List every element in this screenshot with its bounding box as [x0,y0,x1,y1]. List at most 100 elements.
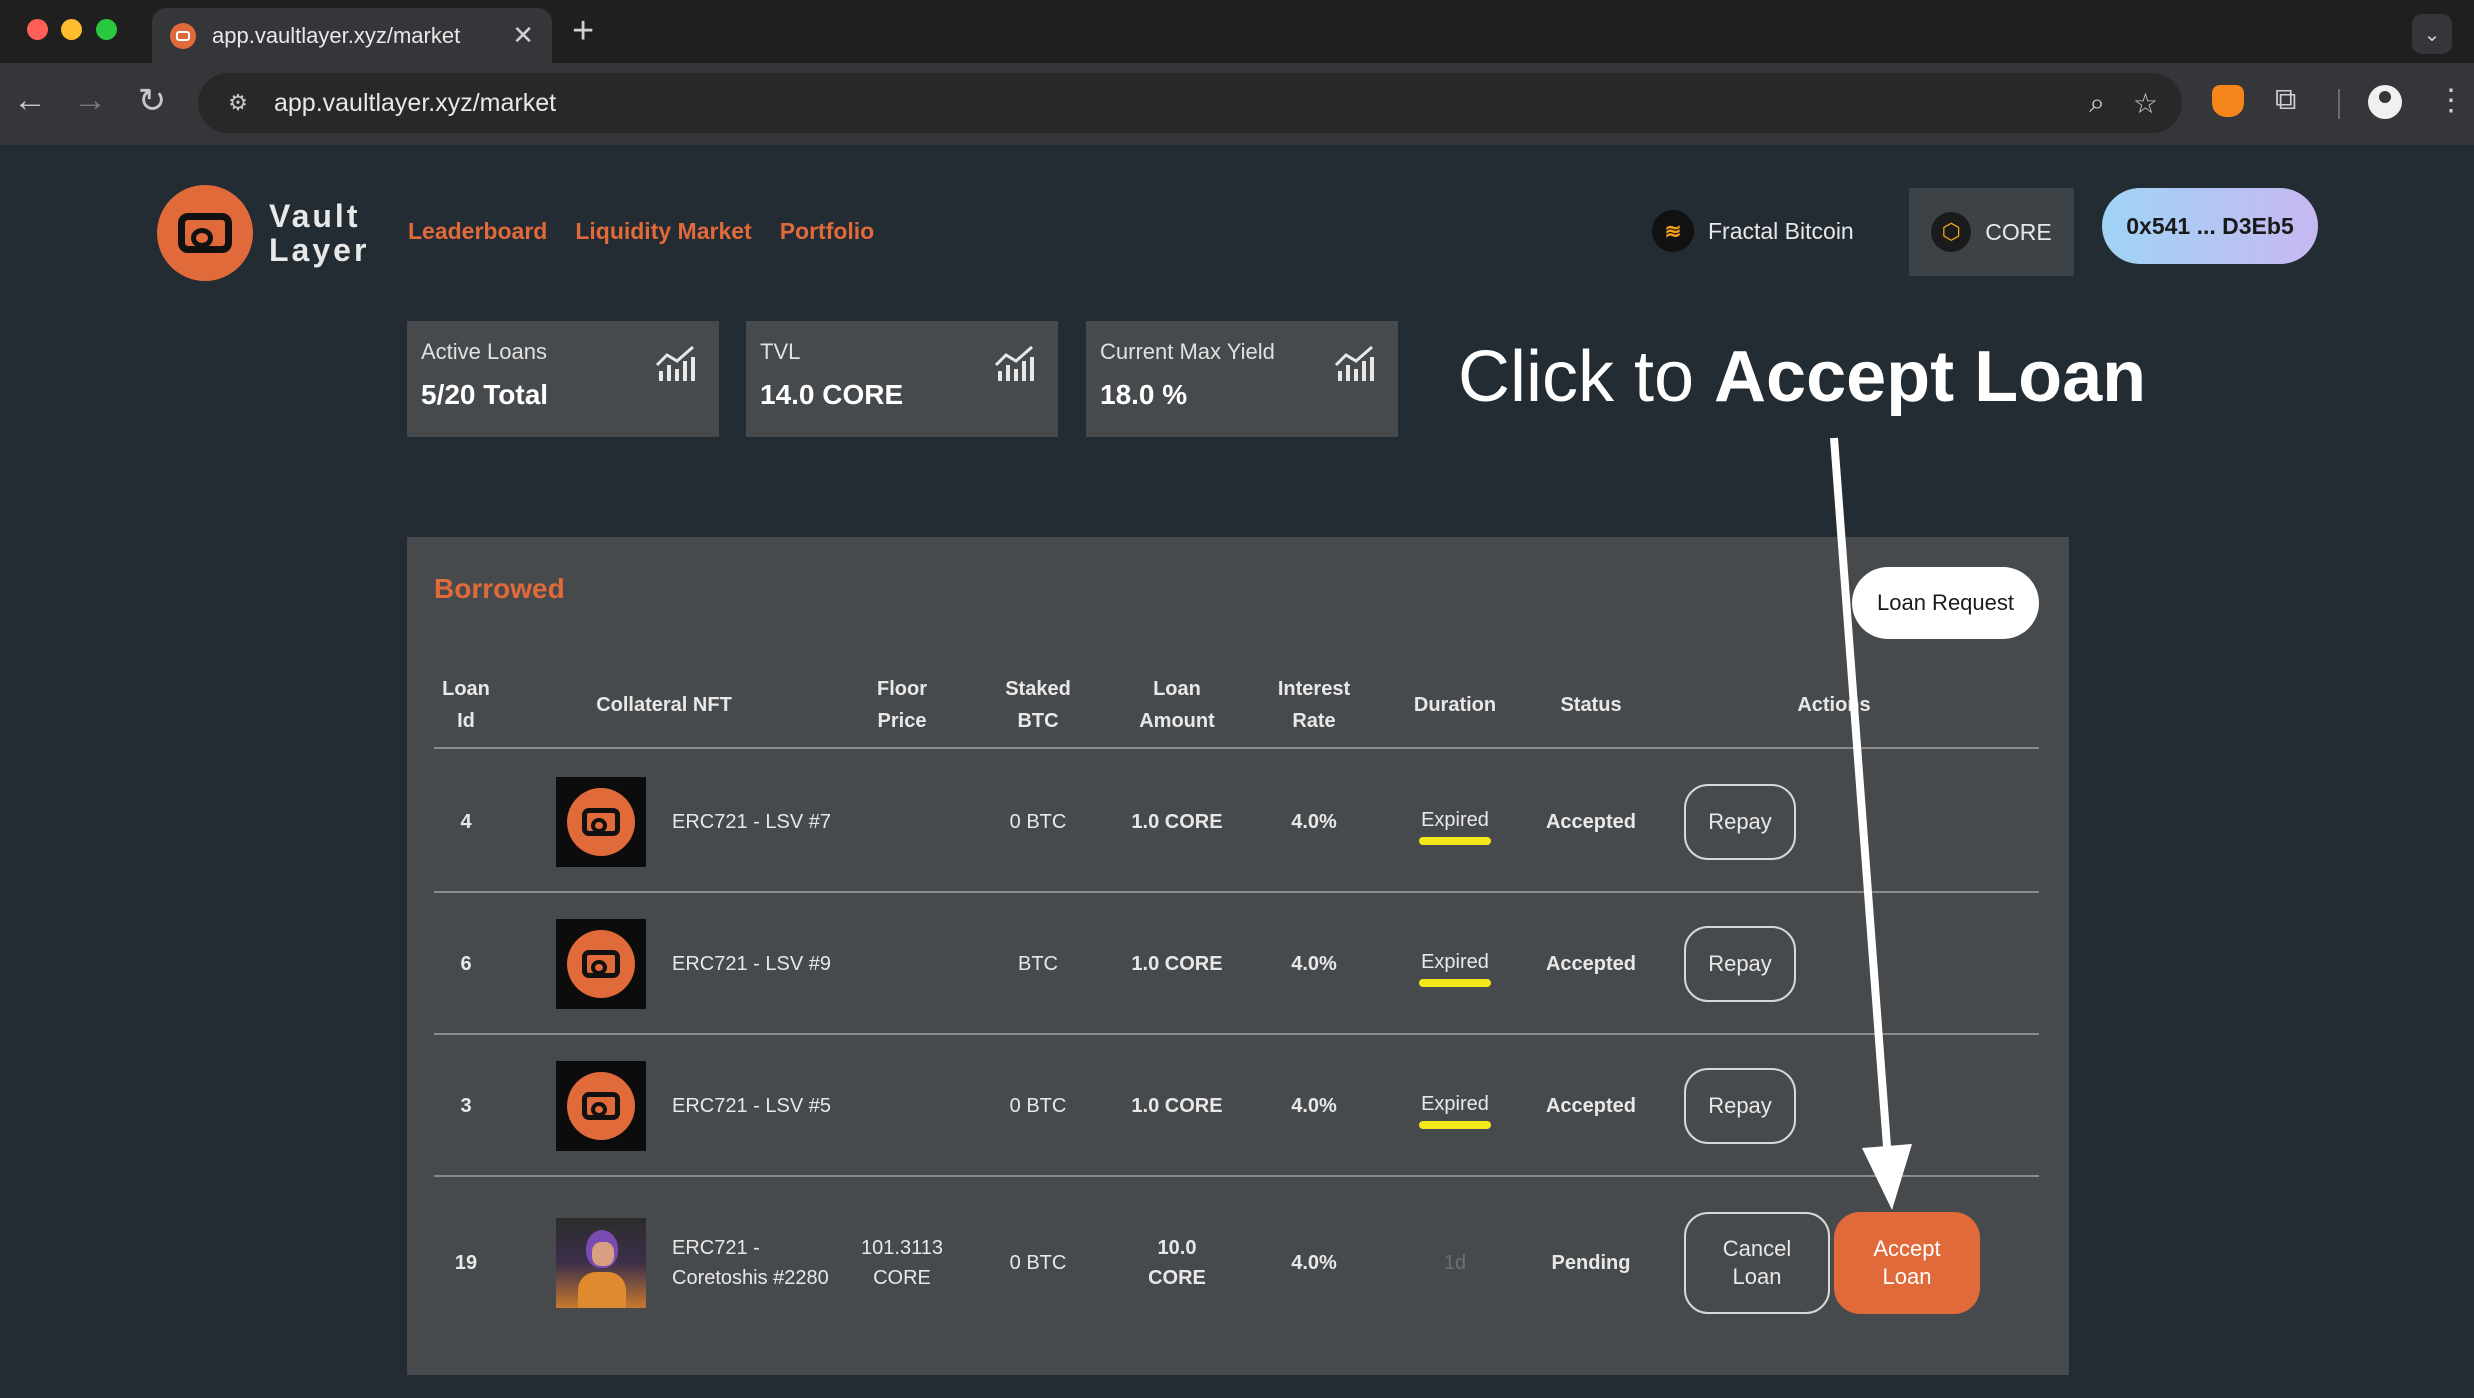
interest-rate: 4.0% [1291,1095,1337,1117]
interest-rate: 4.0% [1291,1252,1337,1274]
close-tab-icon[interactable]: ✕ [512,20,534,51]
minimize-window-button[interactable] [61,19,82,40]
annotation-arrow [1830,437,1912,1210]
core-hexagon-icon: ⬡ [1931,212,1972,252]
loan-amount: 10.0 CORE [1148,1237,1206,1289]
tutorial-annotation: Click to Accept Loan [1458,336,2146,418]
browser-tab[interactable]: app.vaultlayer.xyz/market ✕ [152,8,552,63]
interest-rate: 4.0% [1291,953,1337,975]
floor-price [854,1035,950,1177]
loan-id: 6 [460,953,472,975]
tab-search-chevron-icon[interactable]: ⌄ [2412,14,2452,54]
duration-expired: Expired [1419,1089,1491,1129]
browser-toolbar: ← → ↻ ⚙ app.vaultlayer.xyz/market ⌕ ☆ ⧉ … [0,63,2474,145]
nft-thumbnail[interactable] [556,893,646,1035]
column-header-collateral-nft: Collateral NFT [596,694,732,716]
floor-price [854,751,950,893]
column-header-staked-btc: Staked BTC [1005,678,1071,732]
nft-thumbnail[interactable] [556,1177,646,1349]
logo-text-line1: Vault [269,198,361,234]
address-bar[interactable]: ⚙ app.vaultlayer.xyz/market ⌕ ☆ [198,73,2182,133]
duration: 1d [1443,1252,1467,1274]
loan-amount: 1.0 CORE [1131,811,1223,833]
table-header: Loan Id Collateral NFT Floor Price Staked B… [434,661,2039,749]
extensions-puzzle-icon[interactable]: ⧉ [2275,83,2296,117]
loan-amount: 1.0 CORE [1131,953,1223,975]
loan-amount: 1.0 CORE [1131,1095,1223,1117]
column-header-floor-price: Floor Price [877,678,927,732]
staked-btc: 0 BTC [1009,1095,1067,1117]
staked-btc: 0 BTC [1009,811,1067,833]
table-row: 6 ERC721 - LSV #9 BTC 1.0 CORE 4.0% Expi… [434,893,2039,1035]
metamask-fox-icon[interactable] [2212,85,2244,117]
status: Accepted [1545,953,1637,975]
chart-trend-icon [655,345,695,381]
close-window-button[interactable] [27,19,48,40]
annotation-prefix: Click to [1458,337,1715,417]
nft-name: ERC721 - LSV #7 [672,811,831,833]
duration-expired: Expired [1419,947,1491,987]
bookmark-star-icon[interactable]: ☆ [2133,87,2158,120]
interest-rate: 4.0% [1291,811,1337,833]
nav-liquidity-market[interactable]: Liquidity Market [575,218,751,245]
url-text[interactable]: app.vaultlayer.xyz/market [274,89,2061,118]
column-header-loan-amount: Loan Amount [1139,678,1215,732]
new-tab-icon[interactable]: + [572,10,594,53]
more-menu-icon[interactable]: ⋮ [2436,83,2466,118]
browser-tab-bar: app.vaultlayer.xyz/market ✕ + ⌄ [0,0,2474,63]
zoom-icon[interactable]: ⌕ [2089,87,2105,120]
repay-button[interactable]: Repay [1684,926,1796,1002]
reload-icon[interactable]: ↻ [130,81,174,121]
status: Pending [1551,1252,1631,1274]
site-info-icon[interactable]: ⚙ [222,87,254,119]
profile-avatar-icon[interactable] [2368,85,2402,119]
stat-value: 14.0 CORE [760,379,904,410]
annotation-emphasis: Accept Loan [1714,337,2147,417]
vaultlayer-favicon-icon [170,22,196,49]
loan-id: 4 [460,811,472,833]
nav-portfolio[interactable]: Portfolio [780,218,875,245]
nft-name: ERC721 - LSV #5 [672,1095,831,1117]
forward-arrow-icon[interactable]: → [68,81,112,120]
column-header-duration: Duration [1413,694,1497,716]
chart-trend-icon [994,345,1034,381]
status: Accepted [1545,811,1637,833]
wallet-address-button[interactable]: 0x541 ... D3Eb5 [2102,188,2318,264]
logo-text-line2: Layer [269,232,370,268]
maximize-window-button[interactable] [96,19,117,40]
table-row: 19 ERC721 - Coretoshis #2280 101.3113 CORE… [434,1177,2039,1349]
back-arrow-icon[interactable]: ← [8,81,52,120]
nft-name: ERC721 - LSV #9 [672,953,831,975]
core-network-button[interactable]: ⬡ CORE [1909,188,2074,276]
fractal-bitcoin-chain-button[interactable]: ≋ Fractal Bitcoin [1652,210,1854,252]
stat-card-tvl: TVL 14.0 CORE [746,321,1058,437]
panel-title: Borrowed [434,573,565,604]
table-row: 4 ERC721 - LSV #7 0 BTC 1.0 CORE 4.0% Ex… [434,751,2039,893]
floor-price [854,893,950,1035]
chain-label: Fractal Bitcoin [1708,217,1854,244]
nav-leaderboard[interactable]: Leaderboard [408,218,547,245]
staked-btc: 0 BTC [1009,1252,1067,1274]
column-header-loan-id: Loan Id [442,678,490,732]
repay-button[interactable]: Repay [1684,784,1796,860]
staked-btc: BTC [1018,953,1058,975]
repay-button[interactable]: Repay [1684,1068,1796,1144]
nft-thumbnail[interactable] [556,1035,646,1177]
floor-price: 101.3113 CORE [861,1237,943,1289]
column-header-status: Status [1560,694,1622,716]
duration-expired: Expired [1419,805,1491,845]
stat-value: 18.0 % [1100,379,1188,410]
nft-name: ERC721 - Coretoshis #2280 [672,1237,829,1289]
loan-id: 19 [454,1252,478,1274]
vault-layer-logo[interactable]: Vault Layer [157,185,369,281]
toolbar-divider [2338,89,2340,119]
column-header-interest-rate: Interest Rate [1277,678,1351,732]
main-nav: Leaderboard Liquidity Market Portfolio [408,218,874,245]
status: Accepted [1545,1095,1637,1117]
stat-card-active-loans: Active Loans 5/20 Total [407,321,719,437]
tab-title: app.vaultlayer.xyz/market [212,22,461,48]
stat-value: 5/20 Total [421,379,549,410]
nft-thumbnail[interactable] [556,751,646,893]
chart-trend-icon [1334,345,1374,381]
stat-card-max-yield: Current Max Yield 18.0 % [1086,321,1398,437]
